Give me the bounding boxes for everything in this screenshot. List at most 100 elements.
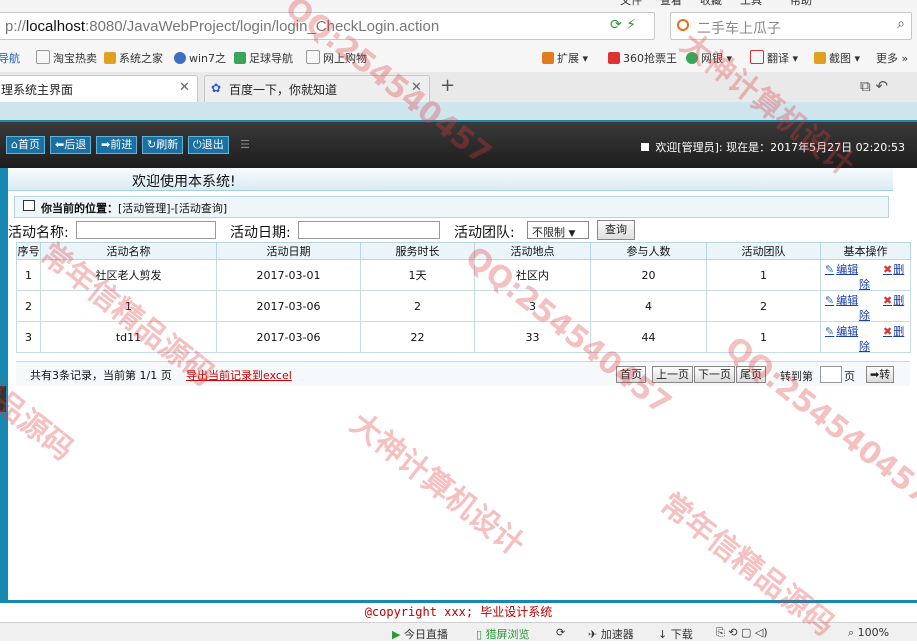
lightning-icon[interactable]: ⚡ <box>626 17 636 33</box>
bookmark-item[interactable]: 淘宝热卖 <box>36 50 97 66</box>
column-header: 活动名称 <box>40 242 217 260</box>
toolbar-label: 360抢票王 <box>623 52 677 65</box>
activity-date-input[interactable] <box>298 221 440 239</box>
cell-activity-name: 1 <box>40 290 217 322</box>
scissors-icon <box>814 52 826 64</box>
zoom-label: 100% <box>857 626 890 639</box>
translate-icon <box>750 50 764 64</box>
activity-name-input[interactable] <box>76 221 216 239</box>
pencil-icon: ✎ <box>825 294 835 307</box>
delete-link[interactable]: ✖删 <box>883 292 904 308</box>
browser-menu-item[interactable]: 收藏 <box>700 0 722 8</box>
welcome-banner-text: 欢迎使用本系统! <box>132 174 236 190</box>
pencil-icon: ✎ <box>825 325 835 338</box>
new-tab-icon[interactable]: + <box>440 75 455 96</box>
forward-button[interactable]: ➡前进 <box>96 136 138 154</box>
activity-team-label: 活动团队: <box>454 225 515 241</box>
refresh-button[interactable]: ↻刷新 <box>142 136 184 154</box>
query-button[interactable]: 查询 <box>597 220 635 240</box>
cell-actions: ✎ 编辑 ✖删 除 <box>820 259 911 291</box>
first-page-button[interactable]: 首页 <box>616 366 646 383</box>
next-page-button[interactable]: 下一页 <box>694 366 735 383</box>
logout-label: 退出 <box>201 138 224 151</box>
table-row: 2 1 2017-03-06 2 3 4 2 ✎ 编辑 ✖删 除 <box>16 290 911 322</box>
prev-page-button[interactable]: 上一页 <box>652 366 693 383</box>
cell-duration: 2 <box>360 290 475 322</box>
status-label: 加速器 <box>600 628 634 641</box>
app-toolbar: ⌂首页 ⬅后退 ➡前进 ↻刷新 ⏻退出 ☰ 欢迎[管理员]: 现在是：2017年… <box>0 120 917 173</box>
zoom-level[interactable]: ⌕ 100% <box>848 626 889 640</box>
delete-link-wrap[interactable]: 除 <box>859 338 870 354</box>
bookmark-item[interactable]: 导航 <box>0 50 20 66</box>
toolbar-label: 更多 <box>876 52 898 65</box>
toolbar-more[interactable]: 更多 » <box>876 50 908 66</box>
search-icon[interactable]: ⌕ <box>897 16 905 32</box>
toolbar-extension[interactable]: 扩展 ▾ <box>542 50 588 66</box>
bank-icon <box>686 52 698 64</box>
close-icon[interactable]: ✕ <box>179 80 190 95</box>
tab-title: 理系统主界面 <box>1 83 74 97</box>
pagination-bar: 共有3条记录，当前第 1/1 页 导出当前记录到excel 首页 上一页 下一页… <box>16 361 910 386</box>
column-header: 序号 <box>16 242 41 260</box>
delete-label: 删 <box>893 325 905 338</box>
delete-icon: ✖ <box>883 263 893 276</box>
browser-menu-item[interactable]: 工具 <box>740 0 762 8</box>
activity-name-label: 活动名称: <box>8 225 69 241</box>
back-button[interactable]: ⬅后退 <box>50 136 92 154</box>
edit-link[interactable]: ✎ 编辑 <box>825 261 858 277</box>
cell-activity-date: 2017-03-06 <box>216 321 361 353</box>
cell-activity-date: 2017-03-06 <box>216 290 361 322</box>
status-icons[interactable]: ⎘ ⟲ ▢ ◁) <box>716 626 768 640</box>
delete-link[interactable]: ✖删 <box>883 261 904 277</box>
bookmark-item[interactable]: 系统之家 <box>104 50 163 66</box>
arrow-left-icon: ⬅ <box>55 138 65 151</box>
bookmarks-bar: 导航 淘宝热卖 系统之家 win7之 足球导航 网上购物 扩展 ▾ 360抢票王… <box>0 44 917 73</box>
edit-link[interactable]: ✎ 编辑 <box>825 323 858 339</box>
restore-tab-icon[interactable]: ⧉ ↶ <box>860 77 888 95</box>
breadcrumb-text: 你当前的位置：[活动管理]-[活动查询] <box>41 202 228 215</box>
column-header: 活动地点 <box>474 242 591 260</box>
go-button[interactable]: ➡转 <box>866 366 895 383</box>
edit-link[interactable]: ✎ 编辑 <box>825 292 858 308</box>
bookmark-item[interactable]: 网上购物 <box>306 50 367 66</box>
home-button[interactable]: ⌂首页 <box>6 136 45 154</box>
browser-menu-item[interactable]: 查看 <box>660 0 682 8</box>
browser-menu-item[interactable]: 帮助 <box>790 0 812 8</box>
goto-page-input[interactable] <box>820 366 842 383</box>
toolbar-translate[interactable]: 翻译 ▾ <box>750 50 798 66</box>
delete-link[interactable]: ✖删 <box>883 323 904 339</box>
cell-activity-name: td11 <box>40 321 217 353</box>
bookmark-label: 系统之家 <box>119 52 163 65</box>
toolbar-label: 翻译 <box>767 52 789 65</box>
toolbar-ticket[interactable]: 360抢票王 <box>608 50 677 66</box>
close-icon[interactable]: ✕ <box>411 80 422 95</box>
bookmark-item[interactable]: 足球导航 <box>234 50 293 66</box>
edit-label: 编辑 <box>836 294 859 307</box>
tab-bar: 理系统主界面 ✕ ✿ 百度一下，你就知道 ✕ + ⧉ ↶ <box>0 72 917 103</box>
cell-duration: 22 <box>360 321 475 353</box>
phone-icon: ▯ <box>476 628 483 641</box>
tab-baidu[interactable]: ✿ 百度一下，你就知道 ✕ <box>204 75 430 102</box>
toolbar-bank[interactable]: 网银 ▾ <box>686 50 732 66</box>
activity-team-select[interactable]: 不限制 ▼ <box>527 221 589 239</box>
bookmark-item[interactable]: win7之 <box>174 50 226 66</box>
chevron-down-icon: ▼ <box>568 229 576 239</box>
cell-index: 3 <box>16 321 41 353</box>
tab-main-interface[interactable]: 理系统主界面 ✕ <box>0 75 198 102</box>
go-label: 转 <box>879 368 891 381</box>
frame-toggle-handle[interactable] <box>0 386 6 412</box>
windows-icon <box>104 52 116 64</box>
refresh-icon[interactable]: ⟳ <box>610 17 622 33</box>
browser-search-input[interactable]: 二手车上瓜子 ⌕ <box>670 12 912 40</box>
refresh-icon[interactable]: ⟳ <box>556 626 565 639</box>
cell-location: 社区内 <box>474 259 591 291</box>
last-page-button[interactable]: 尾页 <box>736 366 766 383</box>
url-input[interactable]: p://localhost:8080/JavaWebProject/login/… <box>0 12 655 40</box>
addr-action-icons[interactable]: ⟳ ⚡ <box>610 17 636 33</box>
toolbar-screenshot[interactable]: 截图 ▾ <box>814 50 860 66</box>
export-excel-link[interactable]: 导出当前记录到excel <box>186 367 292 383</box>
logout-button[interactable]: ⏻退出 <box>188 136 229 154</box>
browser-menu-item[interactable]: 文件 <box>620 0 642 8</box>
browser-menu-strip: 文件 查看 收藏 工具 帮助 <box>0 0 917 8</box>
table-row: 1 社区老人剪发 2017-03-01 1天 社区内 20 1 ✎ 编辑 ✖删 除 <box>16 259 911 291</box>
